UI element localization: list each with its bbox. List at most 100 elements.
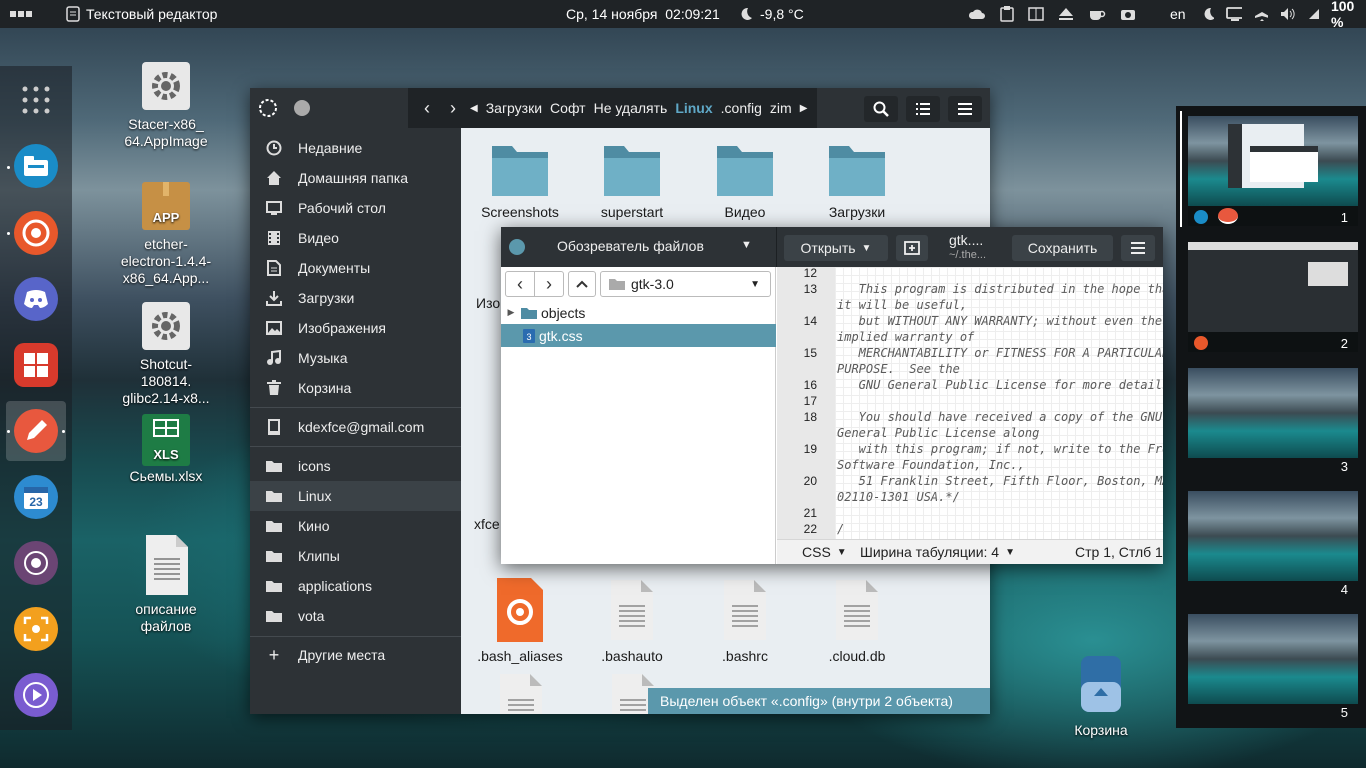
sidebar-item-video[interactable]: Видео — [250, 223, 461, 253]
sidebar-item-images[interactable]: Изображения — [250, 313, 461, 343]
dock-audio[interactable] — [14, 541, 58, 585]
sidebar-item-home[interactable]: Домашняя папка — [250, 163, 461, 193]
coffee-icon[interactable] — [1088, 6, 1106, 22]
crumb-downloads[interactable]: Загрузки — [482, 89, 546, 127]
folder-superstart[interactable]: superstart — [576, 144, 688, 220]
sidebar-mode-label[interactable]: Обозреватель файлов — [557, 238, 704, 254]
active-app[interactable]: Текстовый редактор — [66, 0, 217, 28]
save-button[interactable]: Сохранить — [1012, 235, 1113, 261]
workspace-3[interactable] — [1188, 368, 1358, 458]
sidebar-item-account[interactable]: kdexfce@gmail.com — [250, 412, 461, 442]
file-bashrc[interactable]: .bashrc — [689, 578, 801, 664]
bookmark-kino[interactable]: Кино — [250, 511, 461, 541]
display-icon[interactable] — [1226, 7, 1243, 21]
workspace-1[interactable] — [1188, 116, 1358, 226]
minimize-dot-icon[interactable] — [294, 100, 310, 116]
folder-screenshots[interactable]: Screenshots — [464, 144, 576, 220]
clock[interactable]: Ср, 14 ноября 02:09:21 — [566, 0, 720, 28]
bookmark-icons[interactable]: icons — [250, 451, 461, 481]
crumb-linux[interactable]: Linux — [671, 89, 716, 127]
dock-screenshot[interactable] — [14, 607, 58, 651]
file-bashauto[interactable]: .bashauto — [576, 578, 688, 664]
language-select[interactable]: CSS ▼ — [802, 544, 847, 562]
sidebar-mode-dropdown-icon[interactable]: ▼ — [741, 239, 752, 251]
cloud-icon[interactable] — [968, 7, 986, 21]
eject-icon[interactable] — [1058, 7, 1074, 21]
desktop-icon-shotcut[interactable]: Shotcut- 180814. glibc2.14-x8... — [111, 302, 221, 407]
line-number: 16 — [803, 378, 817, 392]
bookmark-clips[interactable]: Клипы — [250, 541, 461, 571]
folder-icon — [266, 581, 282, 592]
battery-icon[interactable] — [1307, 7, 1319, 21]
keyboard-layout[interactable]: en — [1170, 0, 1186, 28]
dock-calculator[interactable] — [14, 343, 58, 387]
crumb-soft[interactable]: Софт — [546, 89, 590, 127]
workspace-4[interactable] — [1188, 491, 1358, 581]
moon-icon — [741, 7, 752, 20]
weather-indicator[interactable]: -9,8 °C — [738, 0, 804, 28]
folder-video[interactable]: Видео — [689, 144, 801, 220]
desktop-icon-xlsx[interactable]: XLS Сьемы.xlsx — [111, 414, 221, 485]
crumb-keep[interactable]: Не удалять — [590, 89, 672, 127]
volume-icon[interactable] — [1280, 7, 1295, 21]
open-button[interactable]: Открыть ▼ — [784, 235, 888, 261]
dock-discord[interactable] — [14, 277, 58, 321]
tree-item-objects[interactable]: ▶ objects — [501, 301, 776, 324]
dock-video-player[interactable] — [14, 673, 58, 717]
show-apps-button[interactable] — [14, 78, 58, 122]
bookmark-applications[interactable]: applications — [250, 571, 461, 601]
dock-file-manager[interactable] — [14, 144, 58, 188]
new-document-button[interactable] — [896, 235, 928, 261]
folder-icon — [609, 279, 625, 290]
sidebar-item-trash[interactable]: Корзина — [250, 373, 461, 403]
bookmark-vota[interactable]: vota — [250, 601, 461, 631]
editor-menu-button[interactable] — [1121, 235, 1155, 261]
folder-downloads[interactable]: Загрузки — [801, 144, 913, 220]
sidebar-item-documents[interactable]: Документы — [250, 253, 461, 283]
crumbs-right-arrow[interactable]: ▶ — [796, 103, 812, 114]
crumb-config[interactable]: .config — [717, 89, 766, 127]
dock-calendar[interactable]: 23 — [14, 475, 58, 519]
dock-chrome[interactable] — [14, 211, 58, 255]
book-icon[interactable] — [1028, 6, 1044, 22]
crumb-zim[interactable]: zim — [766, 89, 796, 127]
code-line: implied warranty of — [837, 330, 975, 344]
workspace-5[interactable] — [1188, 614, 1358, 704]
menu-button[interactable] — [948, 96, 982, 122]
apps-menu-button[interactable] — [6, 0, 36, 28]
sidebar-item-other-places[interactable]: + Другие места — [250, 640, 461, 670]
browser-forward-button[interactable]: › — [534, 271, 564, 297]
airplane-icon[interactable] — [1254, 6, 1269, 22]
forward-button[interactable]: › — [440, 98, 466, 119]
code-view[interactable]: This program is distributed in the hope … — [835, 267, 1163, 539]
view-list-button[interactable] — [906, 96, 940, 122]
folder-select[interactable]: gtk-3.0 ▼ — [600, 271, 771, 297]
night-mode-icon[interactable] — [1202, 7, 1215, 21]
browser-back-button[interactable]: ‹ — [505, 271, 535, 297]
dock-text-editor[interactable] — [14, 409, 58, 453]
clipboard-icon[interactable] — [1000, 6, 1014, 22]
desktop-icon-etcher[interactable]: APP etcher- electron-1.4.4- x86_64.App..… — [111, 182, 221, 287]
window-menu-icon[interactable] — [258, 98, 278, 118]
tab-width-select[interactable]: Ширина табуляции: 4 ▼ — [860, 544, 1015, 562]
crumbs-left-arrow[interactable]: ◀ — [466, 103, 482, 114]
browser-up-button[interactable] — [568, 271, 596, 297]
desktop-icon-description[interactable]: описание файлов — [111, 535, 221, 635]
sidebar-item-desktop[interactable]: Рабочий стол — [250, 193, 461, 223]
window-dot-icon[interactable] — [509, 239, 525, 255]
back-button[interactable]: ‹ — [414, 98, 440, 119]
search-button[interactable] — [864, 96, 898, 122]
file-cloud-db[interactable]: .cloud.db — [801, 578, 913, 664]
bookmark-linux[interactable]: Linux — [250, 481, 461, 511]
workspace-2[interactable] — [1188, 242, 1358, 352]
expander-icon[interactable]: ▶ — [501, 307, 521, 318]
sidebar-item-music[interactable]: Музыка — [250, 343, 461, 373]
desktop-trash[interactable]: Корзина — [1046, 656, 1156, 739]
desktop-icon-stacer[interactable]: Stacer-x86_ 64.AppImage — [111, 62, 221, 150]
sidebar-item-recent[interactable]: Недавние — [250, 133, 461, 163]
tree-item-gtk-css[interactable]: 3 gtk.css — [501, 324, 776, 347]
screenshot-icon[interactable] — [1120, 7, 1136, 21]
sidebar-item-downloads[interactable]: Загрузки — [250, 283, 461, 313]
folder-icon — [604, 146, 660, 196]
file-bash-aliases[interactable]: .bash_aliases — [464, 578, 576, 664]
